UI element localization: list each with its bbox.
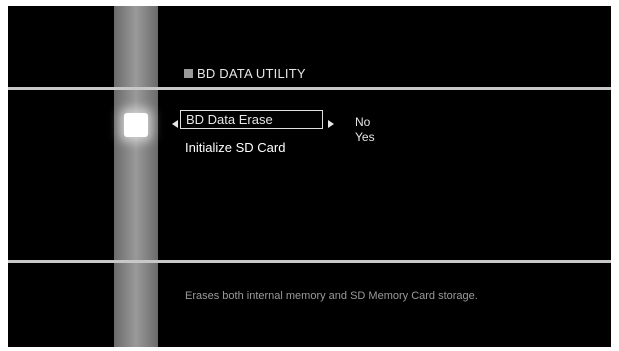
menu-item-initialize-sd-card[interactable]: Initialize SD Card bbox=[185, 140, 285, 156]
option-no[interactable]: No bbox=[355, 116, 370, 129]
top-divider bbox=[8, 87, 611, 90]
help-description: Erases both internal memory and SD Memor… bbox=[185, 290, 478, 302]
right-arrow-icon[interactable] bbox=[328, 120, 334, 128]
option-yes[interactable]: Yes bbox=[355, 131, 375, 144]
bottom-divider bbox=[8, 260, 611, 263]
title-bullet-icon bbox=[184, 69, 193, 78]
menu-item-bd-data-erase[interactable]: BD Data Erase bbox=[180, 110, 323, 129]
page-title: BD DATA UTILITY bbox=[197, 66, 306, 81]
tv-menu-screen: BD DATA UTILITY BD Data Erase Initialize… bbox=[8, 6, 611, 347]
sidebar-strip bbox=[114, 6, 158, 347]
title-row: BD DATA UTILITY bbox=[184, 66, 306, 81]
focus-indicator bbox=[124, 113, 148, 137]
left-arrow-icon[interactable] bbox=[172, 120, 178, 128]
